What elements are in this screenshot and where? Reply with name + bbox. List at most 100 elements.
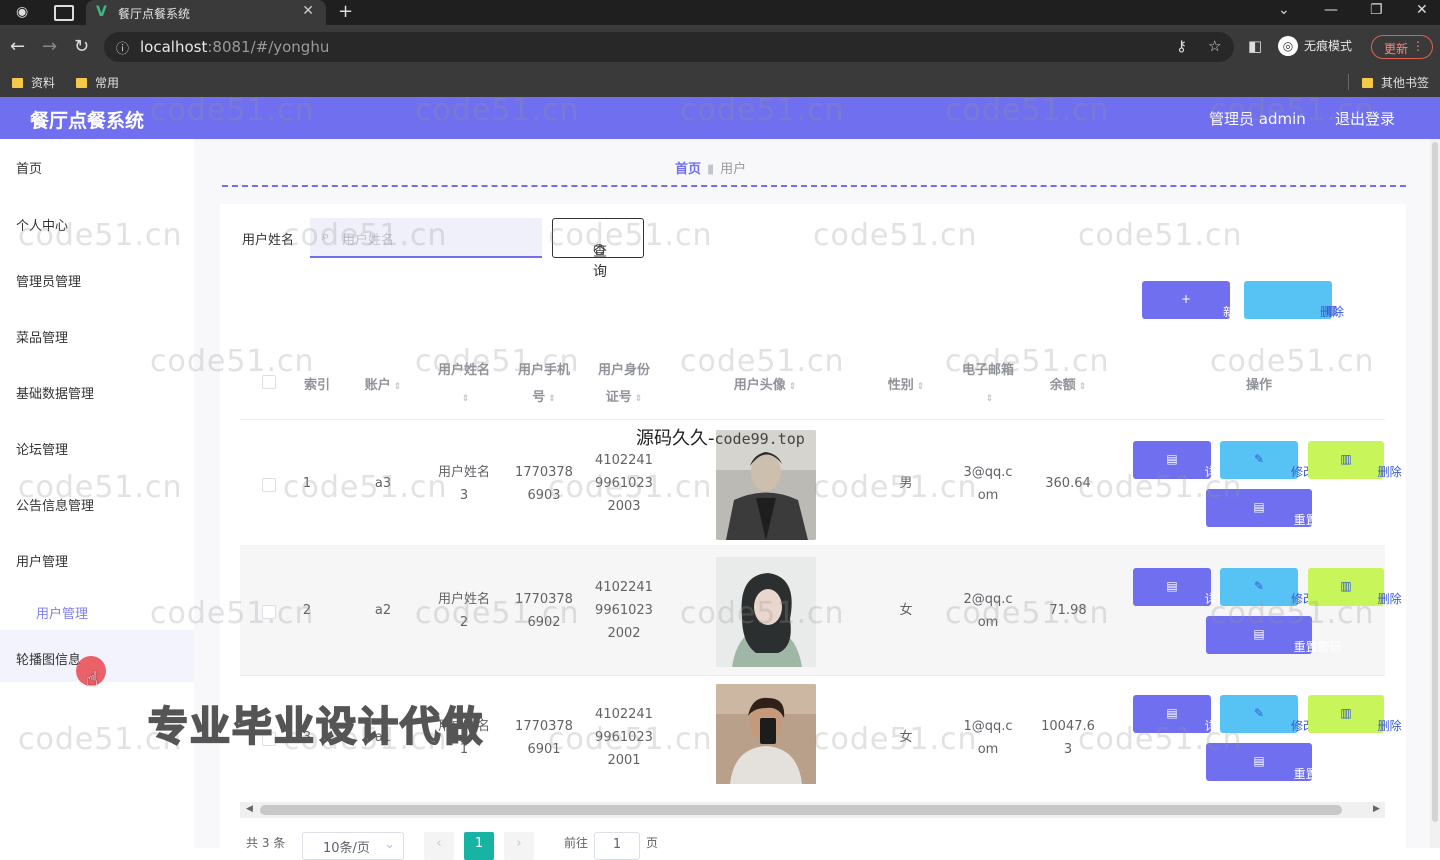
horizontal-scroll-thumb[interactable] <box>260 805 1342 815</box>
forward-icon[interactable]: → <box>42 36 57 57</box>
col-avatar[interactable]: 用户头像 ⇕ <box>700 374 830 393</box>
folder-icon <box>12 78 23 88</box>
avatar[interactable] <box>716 557 816 667</box>
col-email[interactable]: 电子邮箱 ⇕ <box>950 357 1026 413</box>
cell-phone: 1770378 6901 <box>515 719 573 757</box>
detail-button[interactable]: ▤ 详情 <box>1133 568 1229 606</box>
app-header: 餐厅点餐系统 管理员 admin 退出登录 <box>0 97 1440 139</box>
cell-gender: 男 <box>899 476 913 491</box>
table-row[interactable]: 1 a3 用户姓名 3 1770378 6903 4102241 9961023 200… <box>240 420 1402 550</box>
reset-password-button[interactable]: ▤ 重置密码 <box>1206 489 1342 527</box>
prev-page-button[interactable]: ‹ <box>424 832 454 860</box>
batch-delete-button[interactable]: ▥ 删除 <box>1244 281 1344 319</box>
sidebar-item-carousel[interactable]: 轮播图信息 <box>16 649 81 668</box>
key-icon[interactable]: ⚷ <box>1176 37 1187 55</box>
search-placeholder: 用户姓名 <box>342 233 395 248</box>
sidebar-item-users[interactable]: 用户管理 <box>16 551 68 570</box>
chevron-left-icon: ‹ <box>436 836 442 851</box>
window-close-icon[interactable]: ✕ <box>1416 2 1428 18</box>
vertical-scroll-thumb[interactable] <box>1432 142 1438 822</box>
globe-icon[interactable]: ◉ <box>16 4 28 20</box>
delete-button[interactable]: ▥ 删除 <box>1308 441 1402 479</box>
reload-icon[interactable]: ↻ <box>74 36 89 57</box>
cell-account: a3 <box>374 476 392 491</box>
reset-password-button[interactable]: ▤ 重置密码 <box>1206 616 1342 654</box>
scroll-right-icon[interactable]: ▶ <box>1373 804 1380 814</box>
breadcrumb-divider <box>222 185 1406 187</box>
col-name[interactable]: 用户姓名 ⇕ <box>430 357 498 413</box>
other-bookmarks[interactable]: 其他书签 <box>1362 74 1429 91</box>
incognito-indicator[interactable]: ◎ 无痕模式 <box>1278 36 1352 56</box>
row-checkbox[interactable] <box>262 605 276 619</box>
sidebar-item-base-data[interactable]: 基础数据管理 <box>16 383 94 402</box>
vue-logo-icon: V <box>96 4 107 20</box>
add-button[interactable]: + 新增 <box>1142 281 1247 319</box>
sidebar-item-profile[interactable]: 个人中心 <box>16 215 68 234</box>
scroll-left-icon[interactable]: ◀ <box>246 804 253 814</box>
delete-button[interactable]: ▥ 删除 <box>1308 568 1402 606</box>
cell-gender: 女 <box>899 730 913 745</box>
chevron-right-icon: › <box>516 836 522 851</box>
cell-name: 用户姓名 3 <box>437 465 490 503</box>
reset-password-button[interactable]: ▤ 重置密码 <box>1206 743 1342 781</box>
cell-email: 1@qq.c om <box>963 719 1013 757</box>
update-button[interactable]: 更新 ⋮ <box>1371 35 1433 59</box>
col-idcard[interactable]: 用户身份 证号 ⇕ <box>590 357 658 413</box>
tab-search-icon[interactable] <box>54 5 74 21</box>
minimize-icon[interactable]: — <box>1324 2 1338 18</box>
sidebar-item-notices[interactable]: 公告信息管理 <box>16 495 94 514</box>
pagination-total: 共 3 条 <box>246 836 286 850</box>
select-all-checkbox[interactable] <box>262 375 276 389</box>
sidepanel-icon[interactable]: ◧ <box>1248 37 1262 55</box>
sidebar-item-home[interactable]: 首页 <box>16 158 42 177</box>
sort-icon: ⇕ <box>916 382 925 392</box>
cell-gender: 女 <box>899 603 913 618</box>
avatar[interactable] <box>716 684 816 794</box>
next-page-button[interactable]: › <box>504 832 534 860</box>
col-account[interactable]: 账户 ⇕ <box>348 374 418 393</box>
sidebar-item-dishes[interactable]: 菜品管理 <box>16 327 68 346</box>
sort-icon: ⇕ <box>634 394 643 404</box>
page-size-select[interactable]: 10条/页 ⌄ <box>302 832 404 860</box>
cell-email: 3@qq.c om <box>963 465 1013 503</box>
goto-label: 前往 <box>564 836 589 850</box>
page-number-active[interactable]: 1 <box>464 832 494 860</box>
address-bar[interactable]: ⓘ localhost:8081/#/yonghu <box>104 32 1234 62</box>
sidebar-item-admins[interactable]: 管理员管理 <box>16 271 81 290</box>
logout-link[interactable]: 退出登录 <box>1335 108 1395 129</box>
col-gender[interactable]: 性别 ⇕ <box>866 374 946 393</box>
query-button[interactable]: 查询 ○ <box>552 218 644 280</box>
goto-page-input[interactable]: 1 <box>594 832 640 860</box>
chevron-down-icon: ⌄ <box>384 837 395 852</box>
bookmark-folder-changyong[interactable]: 常用 <box>76 74 119 91</box>
edit-button[interactable]: ✎ 修改 <box>1220 568 1315 606</box>
close-tab-icon[interactable]: ✕ <box>302 3 314 19</box>
avatar-image-mirror-selfie <box>716 684 816 784</box>
site-info-icon[interactable]: ⓘ <box>116 38 129 57</box>
col-balance[interactable]: 余额 ⇕ <box>1030 374 1106 393</box>
breadcrumb-home[interactable]: 首页 <box>675 162 701 177</box>
tab-list-icon[interactable]: ⌄ <box>1278 2 1290 18</box>
bookmark-folder-ziliao[interactable]: 资料 <box>12 74 55 91</box>
sidebar-subitem-users[interactable]: 用户管理 <box>36 603 88 622</box>
edit-button[interactable]: ✎ 修改 <box>1220 441 1315 479</box>
new-tab-icon[interactable]: + <box>338 1 353 22</box>
search-input[interactable]: ⌕ 用户姓名 <box>310 218 542 258</box>
delete-button[interactable]: ▥ 删除 <box>1308 695 1402 733</box>
edit-button[interactable]: ✎ 修改 <box>1220 695 1315 733</box>
breadcrumb-separator-icon: ▮ <box>707 162 715 177</box>
folder-icon <box>76 78 87 88</box>
table-row[interactable]: 2 a2 用户姓名 2 1770378 6902 4102241 9961023 200… <box>240 547 1402 677</box>
sort-icon: ⇕ <box>788 382 797 392</box>
row-checkbox[interactable] <box>262 478 276 492</box>
detail-button[interactable]: ▤ 详情 <box>1133 441 1229 479</box>
bookmark-star-icon[interactable]: ☆ <box>1208 37 1221 55</box>
sidebar-item-forum[interactable]: 论坛管理 <box>16 439 68 458</box>
back-icon[interactable]: ← <box>10 36 25 57</box>
restore-icon[interactable]: ❐ <box>1370 2 1383 18</box>
detail-button[interactable]: ▤ 详情 <box>1133 695 1229 733</box>
browser-tab[interactable]: V 餐厅点餐系统 ✕ <box>86 0 326 25</box>
browser-tab-strip: ◉ V 餐厅点餐系统 ✕ + ⌄ — ❐ ✕ <box>0 0 1440 25</box>
col-phone[interactable]: 用户手机号 ⇕ <box>510 357 578 413</box>
more-menu-icon[interactable]: ⋮ <box>1412 39 1424 53</box>
